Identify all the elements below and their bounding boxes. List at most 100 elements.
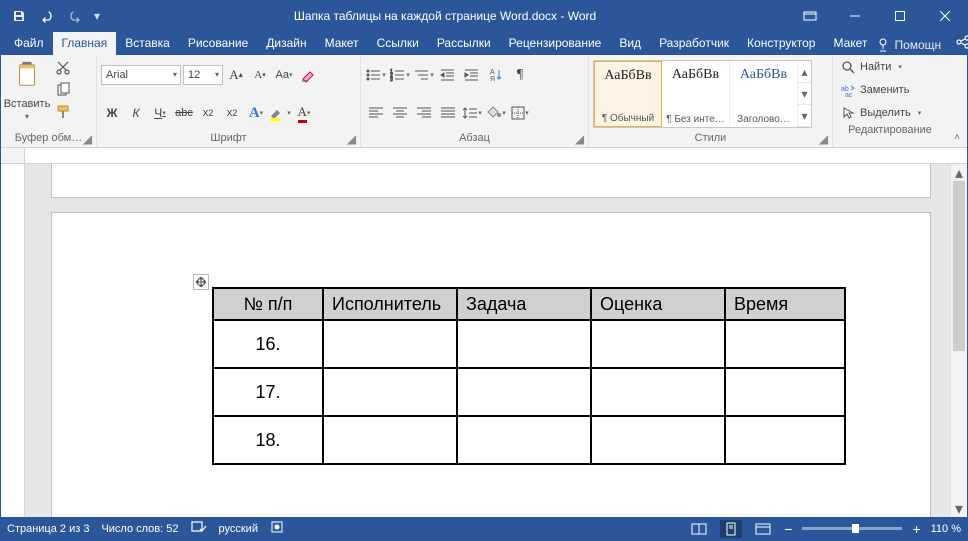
text-effects-icon[interactable]: A▾ bbox=[245, 102, 267, 124]
show-marks-icon[interactable]: ¶ bbox=[509, 64, 531, 86]
collapse-ribbon-icon[interactable]: ˄ bbox=[954, 132, 960, 143]
vertical-ruler[interactable] bbox=[1, 164, 25, 517]
styles-down-icon[interactable]: ▾ bbox=[798, 83, 811, 105]
share-icon[interactable] bbox=[955, 34, 968, 55]
table-header-cell[interactable]: Исполнитель bbox=[323, 288, 457, 320]
change-case-icon[interactable]: Aa▾ bbox=[273, 64, 295, 86]
save-icon[interactable] bbox=[7, 5, 31, 27]
help-tell-me[interactable]: Помощн bbox=[876, 38, 941, 52]
tab-layout2[interactable]: Макет bbox=[824, 32, 876, 55]
clipboard-launcher-icon[interactable]: ◢ bbox=[81, 132, 94, 145]
zoom-out-icon[interactable]: − bbox=[784, 521, 792, 537]
paragraph-launcher-icon[interactable]: ◢ bbox=[573, 132, 586, 145]
paste-button[interactable]: Вставить ▾ bbox=[5, 57, 49, 123]
document-canvas[interactable]: № п/п Исполнитель Задача Оценка Время 16… bbox=[25, 164, 950, 517]
close-icon[interactable] bbox=[922, 1, 967, 30]
bullets-icon[interactable]: ▾ bbox=[365, 64, 387, 86]
table-header-cell[interactable]: Оценка bbox=[591, 288, 725, 320]
shrink-font-icon[interactable]: A▾ bbox=[249, 64, 271, 86]
numbering-icon[interactable]: 123▾ bbox=[389, 64, 411, 86]
strikethrough-icon[interactable]: abc bbox=[173, 102, 195, 124]
redo-icon[interactable] bbox=[63, 5, 87, 27]
tab-mailings[interactable]: Рассылки bbox=[428, 32, 500, 55]
line-spacing-icon[interactable]: ▾ bbox=[461, 102, 483, 124]
tab-file[interactable]: Файл bbox=[5, 32, 53, 55]
table-row[interactable]: 16. bbox=[213, 320, 845, 368]
align-right-icon[interactable] bbox=[413, 102, 435, 124]
multilevel-icon[interactable]: ▾ bbox=[413, 64, 435, 86]
status-language[interactable]: русский bbox=[219, 523, 258, 535]
tab-insert[interactable]: Вставка bbox=[116, 32, 179, 55]
grow-font-icon[interactable]: A▴ bbox=[225, 64, 247, 86]
format-painter-icon[interactable] bbox=[52, 101, 74, 123]
table-header-cell[interactable]: Задача bbox=[457, 288, 591, 320]
select-button[interactable]: Выделить▾ bbox=[841, 103, 943, 123]
styles-launcher-icon[interactable]: ◢ bbox=[817, 132, 830, 145]
tab-view[interactable]: Вид bbox=[610, 32, 650, 55]
print-layout-icon[interactable] bbox=[720, 520, 742, 538]
read-mode-icon[interactable] bbox=[688, 520, 710, 538]
maximize-icon[interactable] bbox=[877, 1, 922, 30]
status-words[interactable]: Число слов: 52 bbox=[101, 523, 178, 535]
clear-formatting-icon[interactable] bbox=[297, 64, 319, 86]
copy-icon[interactable] bbox=[52, 79, 74, 101]
styles-up-icon[interactable]: ▴ bbox=[798, 61, 811, 83]
tab-review[interactable]: Рецензирование bbox=[500, 32, 611, 55]
align-center-icon[interactable] bbox=[389, 102, 411, 124]
font-name-combo[interactable]: Arial▾ bbox=[101, 65, 181, 85]
zoom-slider[interactable] bbox=[802, 527, 902, 530]
tab-layout[interactable]: Макет bbox=[316, 32, 368, 55]
zoom-in-icon[interactable]: + bbox=[912, 521, 920, 537]
undo-icon[interactable] bbox=[35, 5, 59, 27]
shading-icon[interactable]: ▾ bbox=[485, 102, 507, 124]
align-left-icon[interactable] bbox=[365, 102, 387, 124]
zoom-level[interactable]: 110 % bbox=[931, 523, 961, 535]
styles-more-icon[interactable]: ▾ bbox=[798, 105, 811, 127]
tab-constructor[interactable]: Конструктор bbox=[738, 32, 824, 55]
table-move-handle-icon[interactable] bbox=[193, 274, 209, 290]
highlight-icon[interactable]: ▾ bbox=[269, 102, 291, 124]
qat-customize-icon[interactable]: ▾ bbox=[91, 5, 103, 27]
table-row[interactable]: 17. bbox=[213, 368, 845, 416]
scroll-thumb[interactable] bbox=[953, 181, 965, 351]
macro-icon[interactable] bbox=[270, 520, 284, 537]
borders-icon[interactable]: ▾ bbox=[509, 102, 531, 124]
minimize-icon[interactable] bbox=[832, 1, 877, 30]
font-color-icon[interactable]: A▾ bbox=[293, 102, 315, 124]
font-size-combo[interactable]: 12▾ bbox=[183, 65, 223, 85]
align-justify-icon[interactable] bbox=[437, 102, 459, 124]
document-table[interactable]: № п/п Исполнитель Задача Оценка Время 16… bbox=[212, 287, 846, 465]
tab-design[interactable]: Дизайн bbox=[257, 32, 315, 55]
table-header-cell[interactable]: Время bbox=[725, 288, 845, 320]
ribbon-display-icon[interactable] bbox=[787, 1, 832, 30]
style-normal[interactable]: АаБбВв ¶ Обычный bbox=[594, 61, 662, 127]
tab-home[interactable]: Главная bbox=[53, 32, 117, 55]
increase-indent-icon[interactable] bbox=[461, 64, 483, 86]
table-header-cell[interactable]: № п/п bbox=[213, 288, 323, 320]
underline-icon[interactable]: Ч▾ bbox=[149, 102, 171, 124]
italic-icon[interactable]: К bbox=[125, 102, 147, 124]
table-header-row[interactable]: № п/п Исполнитель Задача Оценка Время bbox=[213, 288, 845, 320]
table-row[interactable]: 18. bbox=[213, 416, 845, 464]
style-no-interval[interactable]: АаБбВв ¶ Без инте… bbox=[662, 61, 730, 127]
subscript-icon[interactable]: x2 bbox=[197, 102, 219, 124]
tab-draw[interactable]: Рисование bbox=[179, 32, 257, 55]
decrease-indent-icon[interactable] bbox=[437, 64, 459, 86]
web-layout-icon[interactable] bbox=[752, 520, 774, 538]
style-heading[interactable]: АаБбВв Заголово… bbox=[730, 61, 798, 127]
replace-button[interactable]: abacЗаменить bbox=[841, 80, 943, 100]
cut-icon[interactable] bbox=[52, 57, 74, 79]
bold-icon[interactable]: Ж bbox=[101, 102, 123, 124]
spellcheck-icon[interactable] bbox=[191, 520, 207, 537]
vertical-scrollbar[interactable]: ▴ ▾ bbox=[950, 164, 967, 517]
status-page[interactable]: Страница 2 из 3 bbox=[7, 523, 89, 535]
scroll-up-icon[interactable]: ▴ bbox=[951, 164, 967, 181]
tab-references[interactable]: Ссылки bbox=[368, 32, 428, 55]
font-launcher-icon[interactable]: ◢ bbox=[345, 132, 358, 145]
find-button[interactable]: Найти▾ bbox=[841, 57, 943, 77]
sort-icon[interactable]: AЯ bbox=[485, 64, 507, 86]
tab-developer[interactable]: Разработчик bbox=[650, 32, 738, 55]
scroll-down-icon[interactable]: ▾ bbox=[951, 500, 967, 517]
horizontal-ruler[interactable] bbox=[1, 148, 967, 164]
superscript-icon[interactable]: x2 bbox=[221, 102, 243, 124]
